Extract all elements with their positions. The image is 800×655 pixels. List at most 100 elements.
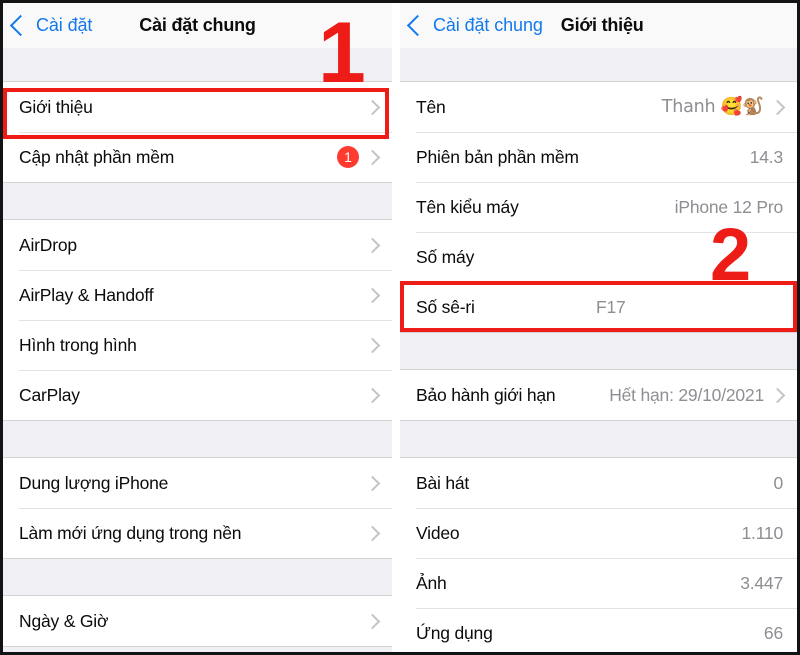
row-hinh-trong-hinh[interactable]: Hình trong hình xyxy=(3,320,392,370)
back-button-general-settings[interactable]: Cài đặt chung xyxy=(406,14,543,37)
chevron-right-icon xyxy=(364,149,381,165)
row-accessory: 14.3 xyxy=(750,147,783,168)
right-navigation-bar: Cài đặt chung Giới thiệu xyxy=(400,3,797,48)
right-phone-screen: Cài đặt chung Giới thiệu Tên Thanh 🥰🐒 Ph… xyxy=(400,0,800,655)
row-accessory: iPhone 12 Pro xyxy=(674,196,784,218)
row-label: Số sê-ri xyxy=(416,296,475,317)
row-accessory xyxy=(364,337,381,353)
row-accessory xyxy=(364,287,381,303)
settings-group: AirDrop AirPlay & Handoff Hình trong hìn… xyxy=(3,219,392,421)
row-label: Ảnh xyxy=(416,572,447,593)
row-label: Số máy xyxy=(416,246,475,267)
row-ten-kieu-may[interactable]: Tên kiểu máy iPhone 12 Pro xyxy=(400,182,797,232)
row-label: Hình trong hình xyxy=(19,334,137,355)
row-video[interactable]: Video 1.110 xyxy=(400,508,797,558)
row-lam-moi-ung-dung-trong-nen[interactable]: Làm mới ứng dụng trong nền xyxy=(3,508,392,558)
settings-group: Giới thiệu Cập nhật phần mềm 1 xyxy=(3,81,392,183)
chevron-left-icon xyxy=(406,14,429,37)
chevron-right-icon xyxy=(769,99,786,115)
about-group: Bài hát 0 Video 1.110 Ảnh 3.447 Ứng dụng… xyxy=(400,457,797,652)
row-accessory: 1.110 xyxy=(742,523,784,544)
list-spacer xyxy=(400,421,797,457)
row-accessory xyxy=(364,475,381,491)
row-label: Ứng dụng xyxy=(416,622,493,643)
row-label: Làm mới ứng dụng trong nền xyxy=(19,522,242,543)
chevron-right-icon xyxy=(364,613,381,629)
row-so-se-ri[interactable]: Số sê-ri F17 xyxy=(400,282,797,332)
row-gioi-thieu[interactable]: Giới thiệu xyxy=(3,82,392,132)
chevron-right-icon xyxy=(769,387,786,403)
list-spacer xyxy=(400,48,797,81)
chevron-right-icon xyxy=(364,525,381,541)
row-airdrop[interactable]: AirDrop xyxy=(3,220,392,270)
row-accessory xyxy=(364,99,381,115)
row-label: Cập nhật phần mềm xyxy=(19,146,175,167)
settings-group: Ngày & Giờ xyxy=(3,595,392,647)
row-label: Dung lượng iPhone xyxy=(19,472,169,493)
screenshot-root: Cài đặt Cài đặt chung Giới thiệu Cập nhậ… xyxy=(0,0,800,655)
row-ten[interactable]: Tên Thanh 🥰🐒 xyxy=(400,82,797,132)
row-value: Thanh 🥰🐒 xyxy=(661,97,764,117)
right-about-list: Tên Thanh 🥰🐒 Phiên bản phần mềm 14.3 Tên… xyxy=(400,48,797,652)
list-spacer xyxy=(3,421,392,457)
row-value: 14.3 xyxy=(749,146,783,167)
chevron-right-icon xyxy=(364,337,381,353)
about-group: Tên Thanh 🥰🐒 Phiên bản phần mềm 14.3 Tên… xyxy=(400,81,797,333)
back-button-settings[interactable]: Cài đặt xyxy=(9,14,93,37)
row-accessory xyxy=(364,613,381,629)
row-ngay-gio[interactable]: Ngày & Giờ xyxy=(3,596,392,646)
back-button-label: Cài đặt xyxy=(36,15,93,35)
left-phone-screen: Cài đặt Cài đặt chung Giới thiệu Cập nhậ… xyxy=(0,0,392,655)
row-accessory: 0 xyxy=(773,473,783,494)
left-navigation-bar: Cài đặt Cài đặt chung xyxy=(3,3,392,48)
row-accessory xyxy=(687,248,783,266)
row-accessory xyxy=(364,525,381,541)
list-spacer xyxy=(3,183,392,219)
row-bao-hanh-gioi-han[interactable]: Bảo hành giới hạn Hết hạn: 29/10/2021 xyxy=(400,370,797,420)
row-anh[interactable]: Ảnh 3.447 xyxy=(400,558,797,608)
row-accessory: 66 xyxy=(764,623,783,644)
row-accessory xyxy=(364,237,381,253)
chevron-right-icon xyxy=(364,387,381,403)
row-label: Bảo hành giới hạn xyxy=(416,384,556,405)
row-value: 0 xyxy=(773,472,783,493)
row-dung-luong-iphone[interactable]: Dung lượng iPhone xyxy=(3,458,392,508)
row-bai-hat[interactable]: Bài hát 0 xyxy=(400,458,797,508)
row-label: CarPlay xyxy=(19,384,80,405)
list-spacer xyxy=(3,559,392,595)
row-so-may[interactable]: Số máy xyxy=(400,232,797,282)
row-label: Bài hát xyxy=(416,472,470,493)
chevron-right-icon xyxy=(364,237,381,253)
chevron-right-icon xyxy=(364,475,381,491)
row-label: Tên kiểu máy xyxy=(416,196,519,217)
row-accessory: Thanh 🥰🐒 xyxy=(661,97,786,117)
row-accessory: 3.447 xyxy=(740,573,783,594)
row-accessory xyxy=(364,387,381,403)
row-label: AirPlay & Handoff xyxy=(19,284,154,305)
right-page-title: Giới thiệu xyxy=(560,15,644,35)
chevron-right-icon xyxy=(364,287,381,303)
chevron-left-icon xyxy=(9,14,32,37)
back-button-label: Cài đặt chung xyxy=(433,15,543,35)
row-value: 3.447 xyxy=(740,572,783,593)
row-carplay[interactable]: CarPlay xyxy=(3,370,392,420)
list-spacer xyxy=(400,333,797,369)
row-label: Video xyxy=(416,522,460,543)
chevron-right-icon xyxy=(364,99,381,115)
about-group: Bảo hành giới hạn Hết hạn: 29/10/2021 xyxy=(400,369,797,421)
row-value: iPhone 12 Pro xyxy=(674,196,784,217)
row-cap-nhat-phan-mem[interactable]: Cập nhật phần mềm 1 xyxy=(3,132,392,182)
row-airplay-handoff[interactable]: AirPlay & Handoff xyxy=(3,270,392,320)
row-label: Giới thiệu xyxy=(19,96,93,117)
row-label: AirDrop xyxy=(19,234,77,255)
panel-divider xyxy=(392,0,400,655)
row-accessory: Hết hạn: 29/10/2021 xyxy=(609,385,786,406)
row-phien-ban-phan-mem[interactable]: Phiên bản phần mềm 14.3 xyxy=(400,132,797,182)
settings-group: Dung lượng iPhone Làm mới ứng dụng trong… xyxy=(3,457,392,559)
redacted-value xyxy=(687,248,783,266)
row-label: Ngày & Giờ xyxy=(19,610,109,631)
list-spacer xyxy=(3,48,392,81)
row-value: 1.110 xyxy=(741,522,784,543)
update-badge-count: 1 xyxy=(337,146,359,168)
row-ung-dung[interactable]: Ứng dụng 66 xyxy=(400,608,797,652)
